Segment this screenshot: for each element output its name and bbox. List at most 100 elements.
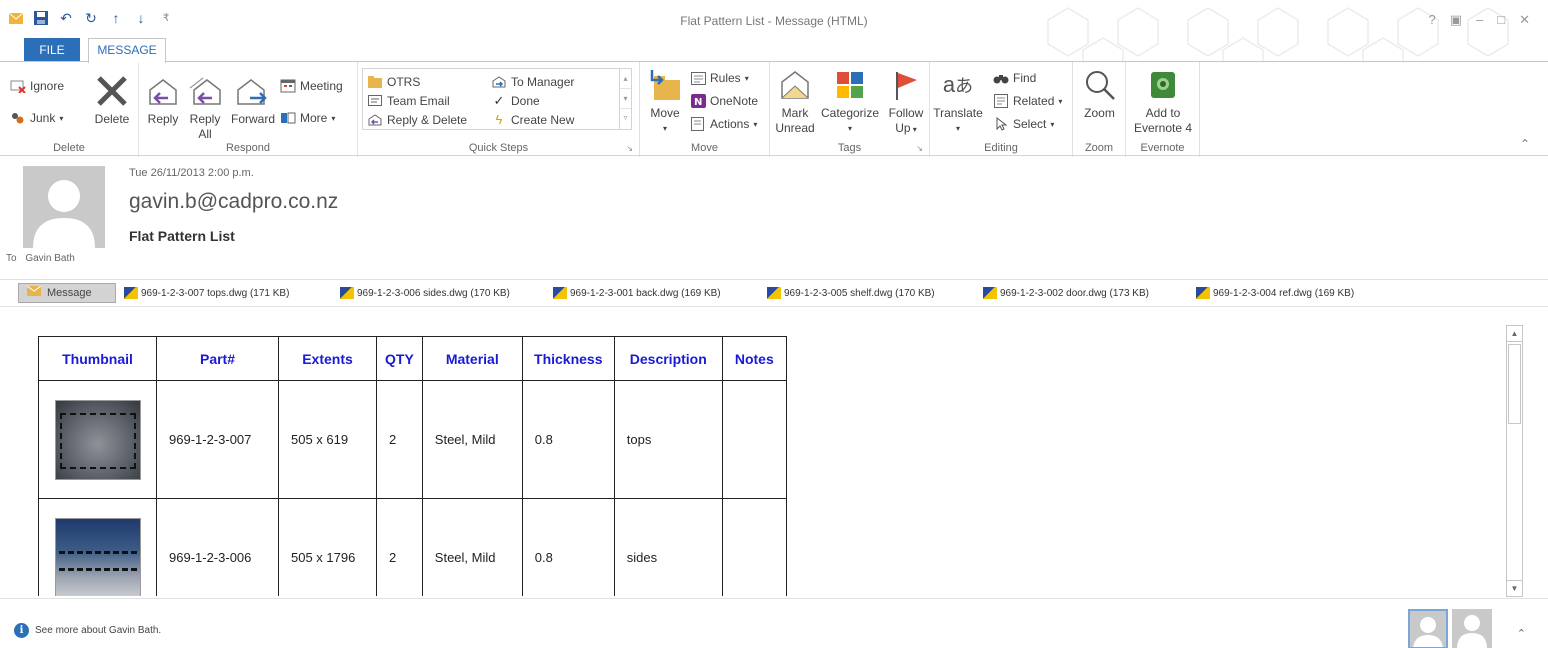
quick-steps-scroll[interactable]: ▴ ▾ ▿ (619, 69, 631, 129)
delete-button[interactable]: Delete (88, 74, 136, 127)
evernote-icon (1146, 68, 1180, 102)
actions-button[interactable]: Actions ▾ (690, 116, 757, 132)
part-cell: 969-1-2-3-007 (156, 380, 279, 499)
binoculars-icon (993, 70, 1009, 86)
zoom-button[interactable]: Zoom (1077, 68, 1122, 121)
dwg-file-icon (983, 287, 997, 299)
rules-button[interactable]: Rules ▾ (690, 70, 749, 86)
quick-step-otrs[interactable]: OTRS (367, 72, 467, 91)
message-tab[interactable]: Message (18, 283, 116, 303)
header-notes: Notes (721, 336, 787, 381)
group-zoom: Zoom Zoom (1073, 62, 1126, 157)
junk-button[interactable]: Junk ▾ (10, 110, 63, 126)
scroll-up-arrow-icon[interactable]: ▲ (1507, 326, 1522, 342)
onenote-button[interactable]: N OneNote (690, 93, 758, 109)
header-thumbnail: Thumbnail (38, 336, 157, 381)
dwg-file-icon (1196, 287, 1210, 299)
expand-gallery-icon[interactable]: ▿ (620, 109, 631, 127)
attachment-item[interactable]: 969-1-2-3-002 door.dwg (173 KB) (983, 287, 1149, 299)
scroll-down-icon[interactable]: ▾ (620, 89, 631, 109)
body-scrollbar[interactable]: ▲ ▼ (1506, 325, 1523, 597)
reply-all-button[interactable]: Reply All (185, 74, 225, 142)
message-header: Tue 26/11/2013 2:00 p.m. gavin.b@cadpro.… (0, 157, 1548, 277)
maximize-button[interactable]: □ (1497, 12, 1505, 28)
group-respond: Reply Reply All Forward Meeting More ▾ R… (139, 62, 358, 157)
tags-launcher-icon[interactable]: ↘ (916, 144, 923, 153)
quick-step-to-manager[interactable]: To Manager (491, 72, 574, 91)
sender-avatar[interactable] (23, 166, 105, 248)
reply-button[interactable]: Reply (143, 74, 183, 127)
message-subject: Flat Pattern List (129, 228, 235, 244)
more-respond-button[interactable]: More ▾ (280, 110, 335, 126)
expand-people-pane-icon[interactable]: ⌃ (1517, 627, 1526, 640)
rules-icon (690, 70, 706, 86)
quick-steps-launcher-icon[interactable]: ↘ (626, 144, 633, 153)
cursor-icon (993, 116, 1009, 132)
description-cell: sides (613, 498, 723, 596)
header-thickness: Thickness (521, 336, 615, 381)
ignore-button[interactable]: Ignore (10, 78, 64, 94)
quick-step-team-email[interactable]: Team Email (367, 91, 467, 110)
attachment-item[interactable]: 969-1-2-3-007 tops.dwg (171 KB) (124, 287, 289, 299)
quick-step-reply-delete[interactable]: Reply & Delete (367, 110, 467, 129)
qty-cell: 2 (376, 380, 423, 499)
quick-step-done[interactable]: ✓ Done (491, 91, 574, 110)
move-button[interactable]: Move ▾ (644, 68, 686, 136)
people-avatar[interactable] (1408, 609, 1448, 648)
ribbon: Ignore Junk ▾ Delete Delete Reply Reply … (0, 61, 1548, 157)
header-material: Material (421, 336, 523, 381)
tab-message[interactable]: MESSAGE (88, 38, 166, 63)
table-row: 969-1-2-3-006 505 x 1796 2 Steel, Mild 0… (38, 498, 787, 596)
onenote-icon: N (690, 93, 706, 109)
follow-up-button[interactable]: Follow Up ▾ (884, 68, 928, 137)
group-label-evernote: Evernote (1140, 142, 1185, 154)
scroll-up-icon[interactable]: ▴ (620, 69, 631, 89)
delete-x-icon (95, 74, 129, 108)
group-evernote: Add to Evernote 4 Evernote (1126, 62, 1200, 157)
tab-file[interactable]: FILE (24, 38, 80, 62)
material-cell: Steel, Mild (421, 498, 523, 596)
attachment-item[interactable]: 969-1-2-3-004 ref.dwg (169 KB) (1196, 287, 1354, 299)
magnifier-icon (1083, 68, 1117, 102)
thumbnail-cell (38, 498, 157, 596)
see-more-link[interactable]: i See more about Gavin Bath. (14, 623, 161, 638)
group-editing: aあ Translate ▾ Find Related ▾ Select ▾ Edi… (930, 62, 1073, 157)
categorize-button[interactable]: Categorize ▾ (818, 68, 882, 136)
move-folder-icon (648, 68, 682, 102)
folder-icon (367, 74, 383, 90)
ribbon-display-button[interactable]: ▣ (1450, 12, 1462, 28)
scroll-down-arrow-icon[interactable]: ▼ (1507, 580, 1522, 596)
add-to-evernote-button[interactable]: Add to Evernote 4 (1130, 68, 1196, 136)
header-qty: QTY (376, 336, 423, 381)
meeting-button[interactable]: Meeting (280, 78, 343, 94)
attachment-item[interactable]: 969-1-2-3-006 sides.dwg (170 KB) (340, 287, 510, 299)
checkmark-icon: ✓ (493, 92, 505, 108)
notes-cell (721, 498, 787, 596)
dwg-file-icon (340, 287, 354, 299)
mark-unread-button[interactable]: Mark Unread (774, 68, 816, 136)
minimize-button[interactable]: – (1476, 12, 1483, 28)
to-label: To (6, 253, 17, 264)
people-pane: i See more about Gavin Bath. ⌃ (0, 598, 1548, 648)
people-avatar[interactable] (1452, 609, 1492, 648)
scrollbar-thumb[interactable] (1508, 344, 1521, 424)
help-button[interactable]: ? (1428, 12, 1435, 28)
part-thumbnail-image (54, 517, 141, 596)
sender-address[interactable]: gavin.b@cadpro.co.nz (129, 190, 338, 214)
forward-button[interactable]: Forward (228, 74, 278, 127)
find-button[interactable]: Find (993, 70, 1036, 86)
attachment-item[interactable]: 969-1-2-3-005 shelf.dwg (170 KB) (767, 287, 935, 299)
collapse-ribbon-icon[interactable]: ⌃ (1520, 137, 1530, 151)
quick-steps-gallery: OTRS Team Email Reply & Delete To Manage… (362, 68, 632, 130)
forward-icon (236, 74, 270, 108)
attachment-item[interactable]: 969-1-2-3-001 back.dwg (169 KB) (553, 287, 721, 299)
quick-step-create-new[interactable]: ϟ Create New (491, 110, 575, 129)
close-button[interactable]: ✕ (1519, 12, 1530, 28)
group-label-move: Move (691, 142, 718, 154)
title-bar: ↶ ↻ ↑ ↓ ₹ Flat Pattern List - Message (H… (0, 0, 1548, 80)
recipient-name[interactable]: Gavin Bath (25, 253, 74, 264)
select-button[interactable]: Select ▾ (993, 116, 1054, 132)
person-silhouette-icon (33, 180, 95, 248)
related-button[interactable]: Related ▾ (993, 93, 1062, 109)
translate-button[interactable]: aあ Translate ▾ (932, 68, 984, 136)
